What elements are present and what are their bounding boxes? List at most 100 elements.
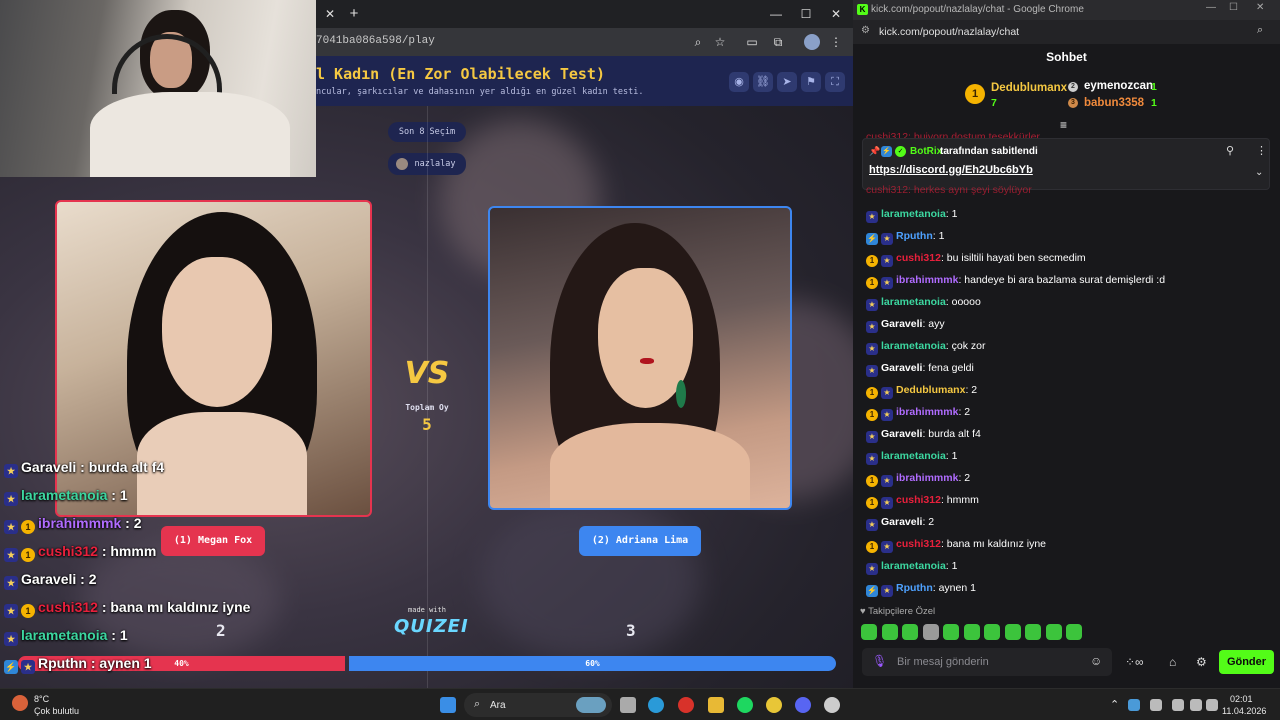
obs-icon[interactable] (824, 697, 840, 713)
chat-username[interactable]: cushi312 (896, 494, 941, 506)
fullscreen-icon[interactable]: ⛶ (825, 72, 845, 92)
link-icon[interactable]: ⛓ (753, 72, 773, 92)
leaderboard-name-3[interactable]: babun3358 (1084, 97, 1144, 109)
right-choice-card[interactable] (488, 206, 792, 510)
chat-username[interactable]: larametanoia (881, 296, 946, 308)
chrome-icon[interactable] (766, 697, 782, 713)
taskbar-search[interactable]: ⌕ Ara (464, 693, 612, 717)
store-icon[interactable]: ⌂ (1169, 655, 1176, 669)
weather-icon[interactable] (12, 695, 28, 711)
chat-username[interactable]: larametanoia (881, 450, 946, 462)
chat-username[interactable]: Garaveli (881, 428, 922, 440)
emote-icon[interactable] (984, 624, 1000, 640)
chat-message-text: : 2 (965, 384, 978, 396)
chat-username[interactable]: larametanoia (881, 560, 946, 572)
chat-username[interactable]: ibrahimmmk (896, 472, 958, 484)
pinned-message: 📌 ⚡ ✓ BotRix tarafından sabitlendi ⚲ ⋮ h… (862, 138, 1270, 190)
edge-icon[interactable] (648, 697, 664, 713)
close-tab-icon[interactable]: ✕ (320, 4, 340, 24)
chat-message: 1 ★ ibrahimmmk: handeye bi ara bazlama sur… (866, 271, 1266, 289)
chat-username[interactable]: ibrahimmmk (896, 274, 958, 286)
chat-username[interactable]: Garaveli (881, 516, 922, 528)
chat-message: 1 ★ cushi312: bana mı kaldınız iyne (866, 535, 1266, 553)
subscriber-badge-icon: ★ (881, 475, 893, 487)
chat-username[interactable]: Dedublumanx (896, 384, 965, 396)
flag-icon[interactable]: ⚑ (801, 72, 821, 92)
bot-badge-icon: ⚡ (881, 146, 892, 157)
chat-message-text: : çok zor (945, 340, 986, 352)
expand-chevron-icon[interactable]: ⌄ (1255, 167, 1263, 178)
leaderboard-name-2[interactable]: eymenozcan (1084, 80, 1153, 92)
network-icon[interactable] (1190, 699, 1202, 711)
chat-username[interactable]: larametanoia (881, 340, 946, 352)
new-tab-icon[interactable]: + (344, 4, 364, 24)
chat-message-text: : ooooo (945, 296, 981, 308)
close-window-icon[interactable]: ✕ (826, 4, 846, 24)
chat-username[interactable]: larametanoia (881, 208, 946, 220)
overlay-chat-line: ★ Garaveli : 2 (4, 567, 344, 591)
chat-username[interactable]: Rputhn (896, 582, 933, 594)
volume-icon[interactable] (1206, 699, 1218, 711)
overlay-message-text: : hmmm (97, 543, 157, 559)
emote-icon[interactable] (1004, 624, 1021, 640)
profile-avatar[interactable] (804, 34, 820, 50)
tray-overflow-icon[interactable]: ⌃ (1110, 698, 1119, 711)
chat-username[interactable]: ibrahimmmk (896, 406, 958, 418)
display-tray-icon[interactable] (1172, 699, 1184, 711)
minimize-icon[interactable]: — (766, 4, 786, 24)
unpin-icon[interactable]: ⚲ (1226, 144, 1234, 157)
steam-icon[interactable] (1128, 699, 1140, 711)
bookmark-star-icon[interactable]: ☆ (710, 32, 730, 52)
minimize-icon[interactable]: — (1206, 2, 1216, 13)
settings-gear-icon[interactable]: ⚙ (1196, 655, 1207, 669)
send-button[interactable]: Gönder (1219, 650, 1274, 674)
zoom-icon[interactable]: ⌕ (688, 32, 708, 52)
menu-icon[interactable]: ⋮ (826, 32, 846, 52)
pinned-author[interactable]: BotRix (910, 146, 942, 157)
zoom-icon[interactable]: ⌕ (1257, 24, 1263, 37)
emote-icon[interactable] (943, 624, 959, 640)
file-explorer-icon[interactable] (708, 697, 724, 713)
spotify-icon[interactable] (737, 697, 753, 713)
chat-address-bar[interactable]: ⚙ kick.com/popout/nazlalay/chat ⌕ (853, 20, 1280, 44)
maximize-icon[interactable]: ☐ (796, 4, 816, 24)
message-input[interactable]: 🎙 Bir mesaj gönderin ☺ (862, 648, 1112, 676)
right-choice-button[interactable]: (2) Adriana Lima (579, 526, 701, 556)
mic-tray-icon[interactable] (1150, 699, 1162, 711)
emote-icon[interactable] (902, 624, 918, 640)
chat-username[interactable]: Garaveli (881, 318, 922, 330)
emoji-icon[interactable]: ☺ (1090, 654, 1102, 668)
task-view-icon[interactable] (620, 697, 636, 713)
emote-icon[interactable] (1045, 624, 1062, 640)
close-window-icon[interactable]: ✕ (1256, 2, 1264, 13)
emote-icon[interactable] (861, 624, 877, 640)
chat-username[interactable]: cushi312 (896, 252, 941, 264)
emote-icon[interactable] (963, 624, 980, 640)
microphone-icon[interactable]: 🎙 (872, 654, 887, 668)
chat-username[interactable]: Garaveli (881, 362, 922, 374)
chat-username[interactable]: Rputhn (896, 230, 933, 242)
app-p-icon[interactable] (678, 697, 694, 713)
more-options-icon[interactable]: ⋮ (1256, 144, 1267, 157)
chat-message-text: : 1 (945, 560, 958, 572)
maximize-icon[interactable]: ☐ (1229, 2, 1238, 13)
emote-icon[interactable] (881, 624, 898, 640)
site-info-icon[interactable]: ⚙ (861, 25, 870, 36)
cast-icon[interactable]: ▭ (742, 32, 762, 52)
leaderboard-name-1[interactable]: Dedublumanx (991, 82, 1067, 94)
emote-icon[interactable] (922, 624, 939, 640)
emote-icon[interactable] (1025, 624, 1041, 640)
emote-icon[interactable] (1066, 624, 1082, 640)
gold-rank-icon: 1 (965, 84, 985, 104)
eye-icon[interactable]: ◉ (729, 72, 749, 92)
extensions-icon[interactable]: ⧉ (768, 32, 788, 52)
chat-url-text: kick.com/popout/nazlalay/chat (879, 26, 1020, 38)
share-icon[interactable]: ➤ (777, 72, 797, 92)
discord-icon[interactable] (795, 697, 811, 713)
infinity-icon[interactable]: ⁘∞ (1125, 655, 1144, 669)
start-windows-icon[interactable] (440, 697, 456, 713)
chat-message-text: : 1 (945, 450, 958, 462)
subscriber-badge-icon: ★ (881, 277, 893, 289)
chat-username[interactable]: cushi312 (896, 538, 941, 550)
discord-link[interactable]: https://discord.gg/Eh2Ubc6bYb (869, 164, 1033, 176)
